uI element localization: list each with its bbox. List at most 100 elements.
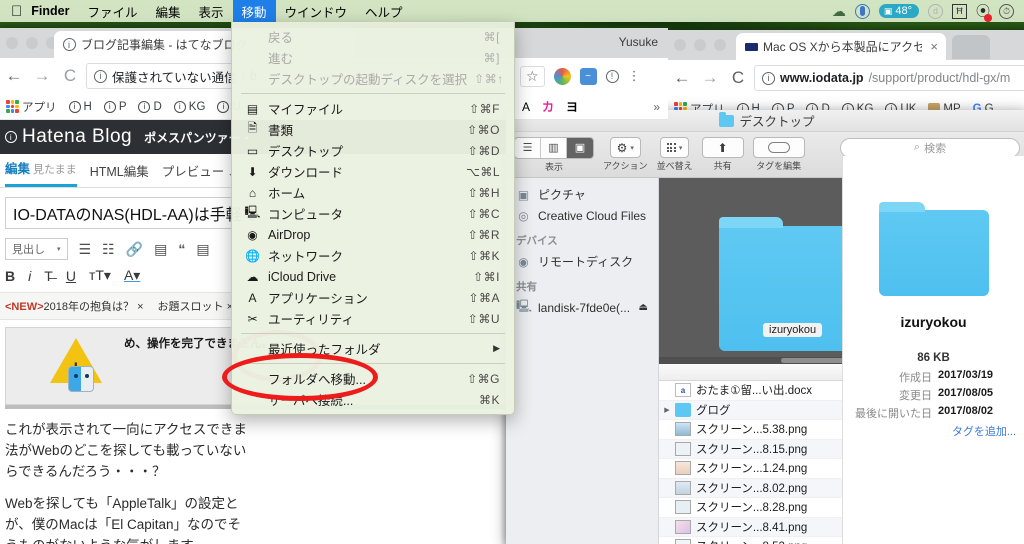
tab-close-icon[interactable]: × bbox=[930, 39, 938, 54]
info-icon[interactable]: i bbox=[94, 69, 107, 83]
window-traffic-lights-blog[interactable] bbox=[6, 37, 58, 49]
go-menu-dropdown[interactable]: 戻る ⌘[ 進む ⌘] デスクトップの起動ディスクを選択 ⇧⌘↑ ▤ マイファイ… bbox=[231, 22, 515, 415]
column-header-name[interactable]: ⌃ bbox=[659, 366, 861, 378]
column-view-icon[interactable]: ▥ bbox=[541, 137, 567, 158]
menubar-item-help[interactable]: ヘルプ bbox=[356, 0, 412, 22]
zoom-button[interactable] bbox=[714, 39, 726, 51]
info-icon[interactable]: ! bbox=[605, 69, 619, 83]
hatena-logo[interactable]: i Hatena Blog bbox=[5, 126, 132, 148]
overflow-icon[interactable]: » bbox=[653, 100, 668, 114]
bookmark-apps[interactable]: アプリ bbox=[1, 97, 62, 117]
tab-preview[interactable]: プレビュー ⌄ bbox=[162, 161, 236, 187]
menu-item-applications[interactable]: A アプリケーション ⇧⌘A bbox=[232, 287, 514, 308]
tab-edit[interactable]: 編集 見たまま bbox=[5, 158, 77, 187]
sidebar-item-remote-disc[interactable]: ◉ リモートディスク bbox=[506, 251, 658, 272]
menubar-item-window[interactable]: ウインドウ bbox=[276, 0, 357, 22]
font-color-icon[interactable]: A▾ bbox=[124, 267, 140, 284]
bullet-list-icon[interactable]: ☰ bbox=[79, 241, 92, 258]
menu-item-utilities[interactable]: ✂ ユーティリティ ⇧⌘U bbox=[232, 308, 514, 329]
chip-item[interactable]: お題スロット × bbox=[158, 298, 234, 314]
new-tab-placeholder[interactable] bbox=[952, 35, 990, 59]
menu-item-select-startup-disk[interactable]: デスクトップの起動ディスクを選択 ⇧⌘↑ bbox=[232, 68, 514, 89]
menu-item-home[interactable]: ⌂ ホーム ⇧⌘H bbox=[232, 182, 514, 203]
minimize-button[interactable] bbox=[26, 37, 38, 49]
star-icon[interactable]: ☆ bbox=[520, 65, 545, 87]
italic-icon[interactable]: i bbox=[28, 268, 31, 284]
strikethrough-icon[interactable]: T̶ bbox=[44, 268, 53, 284]
menu-item-back[interactable]: 戻る ⌘[ bbox=[232, 26, 514, 47]
menu-item-icloud-drive[interactable]: ☁ iCloud Drive ⇧⌘I bbox=[232, 266, 514, 287]
check-extension-icon[interactable]: ~ bbox=[579, 67, 597, 85]
bookmark-item[interactable]: iD bbox=[133, 99, 166, 115]
menubar-item-finder[interactable]: Finder bbox=[22, 0, 78, 22]
sidebar-item-landisk[interactable]: 🖳 landisk-7fde0e(... ⏏ bbox=[506, 297, 658, 318]
share-button[interactable]: ⬆ bbox=[701, 137, 744, 158]
info-icon[interactable]: i bbox=[762, 71, 775, 85]
forward-button[interactable]: → bbox=[698, 68, 722, 88]
forward-button[interactable]: → bbox=[30, 66, 54, 86]
window-traffic-lights-iodata[interactable] bbox=[674, 39, 726, 51]
bookmark-item[interactable]: i KG bbox=[169, 99, 211, 115]
apple-menu-icon[interactable]:  bbox=[11, 4, 22, 19]
reload-button[interactable]: C bbox=[58, 66, 82, 86]
menu-item-recent-folders[interactable]: 最近使ったフォルダ ▶ bbox=[232, 338, 514, 359]
back-button[interactable]: ← bbox=[670, 68, 694, 88]
action-button[interactable]: ⚙ ▾ bbox=[609, 137, 641, 158]
menubar-item-go[interactable]: 移動 bbox=[232, 0, 276, 22]
numbered-list-icon[interactable]: ☷ bbox=[102, 241, 115, 258]
menu-item-documents[interactable]: 🗎 書類 ⇧⌘O bbox=[232, 119, 514, 140]
chip-item[interactable]: <NEW>2018年の抱負は？ × bbox=[5, 298, 144, 314]
arrange-button[interactable]: ▾ bbox=[659, 137, 690, 158]
menu-item-connect-to-server[interactable]: サーバへ接続... ⌘K bbox=[232, 389, 514, 410]
d-circle-icon[interactable]: d bbox=[928, 3, 943, 19]
menu-item-downloads[interactable]: ⬇ ダウンロード ⌥⌘L bbox=[232, 161, 514, 182]
bookmark-label[interactable]: ヨ bbox=[566, 98, 578, 115]
bold-icon[interactable]: B bbox=[5, 268, 15, 284]
link-icon[interactable]: 🔗 bbox=[126, 241, 143, 258]
reload-button[interactable]: C bbox=[726, 68, 750, 88]
font-size-icon[interactable]: тT▾ bbox=[89, 267, 111, 284]
search-input[interactable]: ⌕ 検索 bbox=[840, 137, 1020, 158]
chip-close-icon[interactable]: × bbox=[137, 301, 143, 313]
edit-tags-button[interactable] bbox=[752, 137, 805, 158]
menu-item-go-to-folder[interactable]: フォルダへ移動... ⇧⌘G bbox=[232, 368, 514, 389]
bookmark-label[interactable]: カ bbox=[542, 98, 554, 115]
chrome-profile-name[interactable]: Yusuke bbox=[619, 35, 658, 49]
clock-icon[interactable]: ⏱ bbox=[999, 3, 1014, 19]
eject-icon[interactable]: ⏏ bbox=[639, 302, 648, 313]
close-button[interactable] bbox=[674, 39, 686, 51]
menubar-item-view[interactable]: 表示 bbox=[189, 0, 232, 22]
weather-widget[interactable]: ▣ 48° bbox=[878, 4, 919, 18]
menu-item-my-files[interactable]: ▤ マイファイル ⇧⌘F bbox=[232, 98, 514, 119]
list-icon[interactable]: ▤ bbox=[196, 241, 209, 258]
sidebar-item-pictures[interactable]: ▣ ピクチャ bbox=[506, 184, 658, 205]
menu-item-airdrop[interactable]: ◉ AirDrop ⇧⌘R bbox=[232, 224, 514, 245]
minimize-button[interactable] bbox=[694, 39, 706, 51]
rainbow-icon[interactable] bbox=[553, 67, 571, 85]
address-bar-iodata[interactable]: i www.iodata.jp/support/product/hdl-gx/m bbox=[754, 65, 1024, 91]
coverflow-view-icon[interactable]: ▣ bbox=[567, 137, 593, 158]
bookmark-label[interactable]: A bbox=[522, 100, 530, 114]
view-mode-segmented[interactable]: ☰ ▥ ▣ bbox=[514, 136, 594, 159]
table-icon[interactable]: ▤ bbox=[154, 241, 167, 258]
menu-item-computer[interactable]: 🖳 コンピュータ ⇧⌘C bbox=[232, 203, 514, 224]
menubar-item-file[interactable]: ファイル bbox=[78, 0, 146, 22]
tab-html-edit[interactable]: HTML編集 bbox=[90, 161, 149, 187]
list-view-icon[interactable]: ☰ bbox=[515, 137, 541, 158]
hp-square-icon[interactable]: Ħ bbox=[952, 3, 967, 19]
add-tag-link[interactable]: タグを追加... bbox=[843, 423, 1024, 439]
bookmark-item[interactable]: iH bbox=[64, 99, 97, 115]
menu-item-network[interactable]: 🌐 ネットワーク ⇧⌘K bbox=[232, 245, 514, 266]
menubar-item-edit[interactable]: 編集 bbox=[146, 0, 189, 22]
menu-item-desktop[interactable]: ▭ デスクトップ ⇧⌘D bbox=[232, 140, 514, 161]
cloud-icon[interactable]: ☁ bbox=[832, 3, 846, 20]
back-button[interactable]: ← bbox=[2, 66, 26, 86]
kebab-menu-icon[interactable]: ⋮ bbox=[628, 68, 641, 84]
quote-icon[interactable]: “ bbox=[178, 241, 185, 257]
heading-select[interactable]: 見出し ▾ bbox=[5, 238, 68, 260]
disclosure-triangle-icon[interactable]: ▶ bbox=[659, 406, 675, 414]
close-button[interactable] bbox=[6, 37, 18, 49]
browser-tab-iodata[interactable]: Mac OS Xから本製品にアクセス × bbox=[736, 33, 946, 60]
sidebar-item-creative-cloud[interactable]: ◎ Creative Cloud Files bbox=[506, 205, 658, 226]
menu-item-forward[interactable]: 進む ⌘] bbox=[232, 47, 514, 68]
